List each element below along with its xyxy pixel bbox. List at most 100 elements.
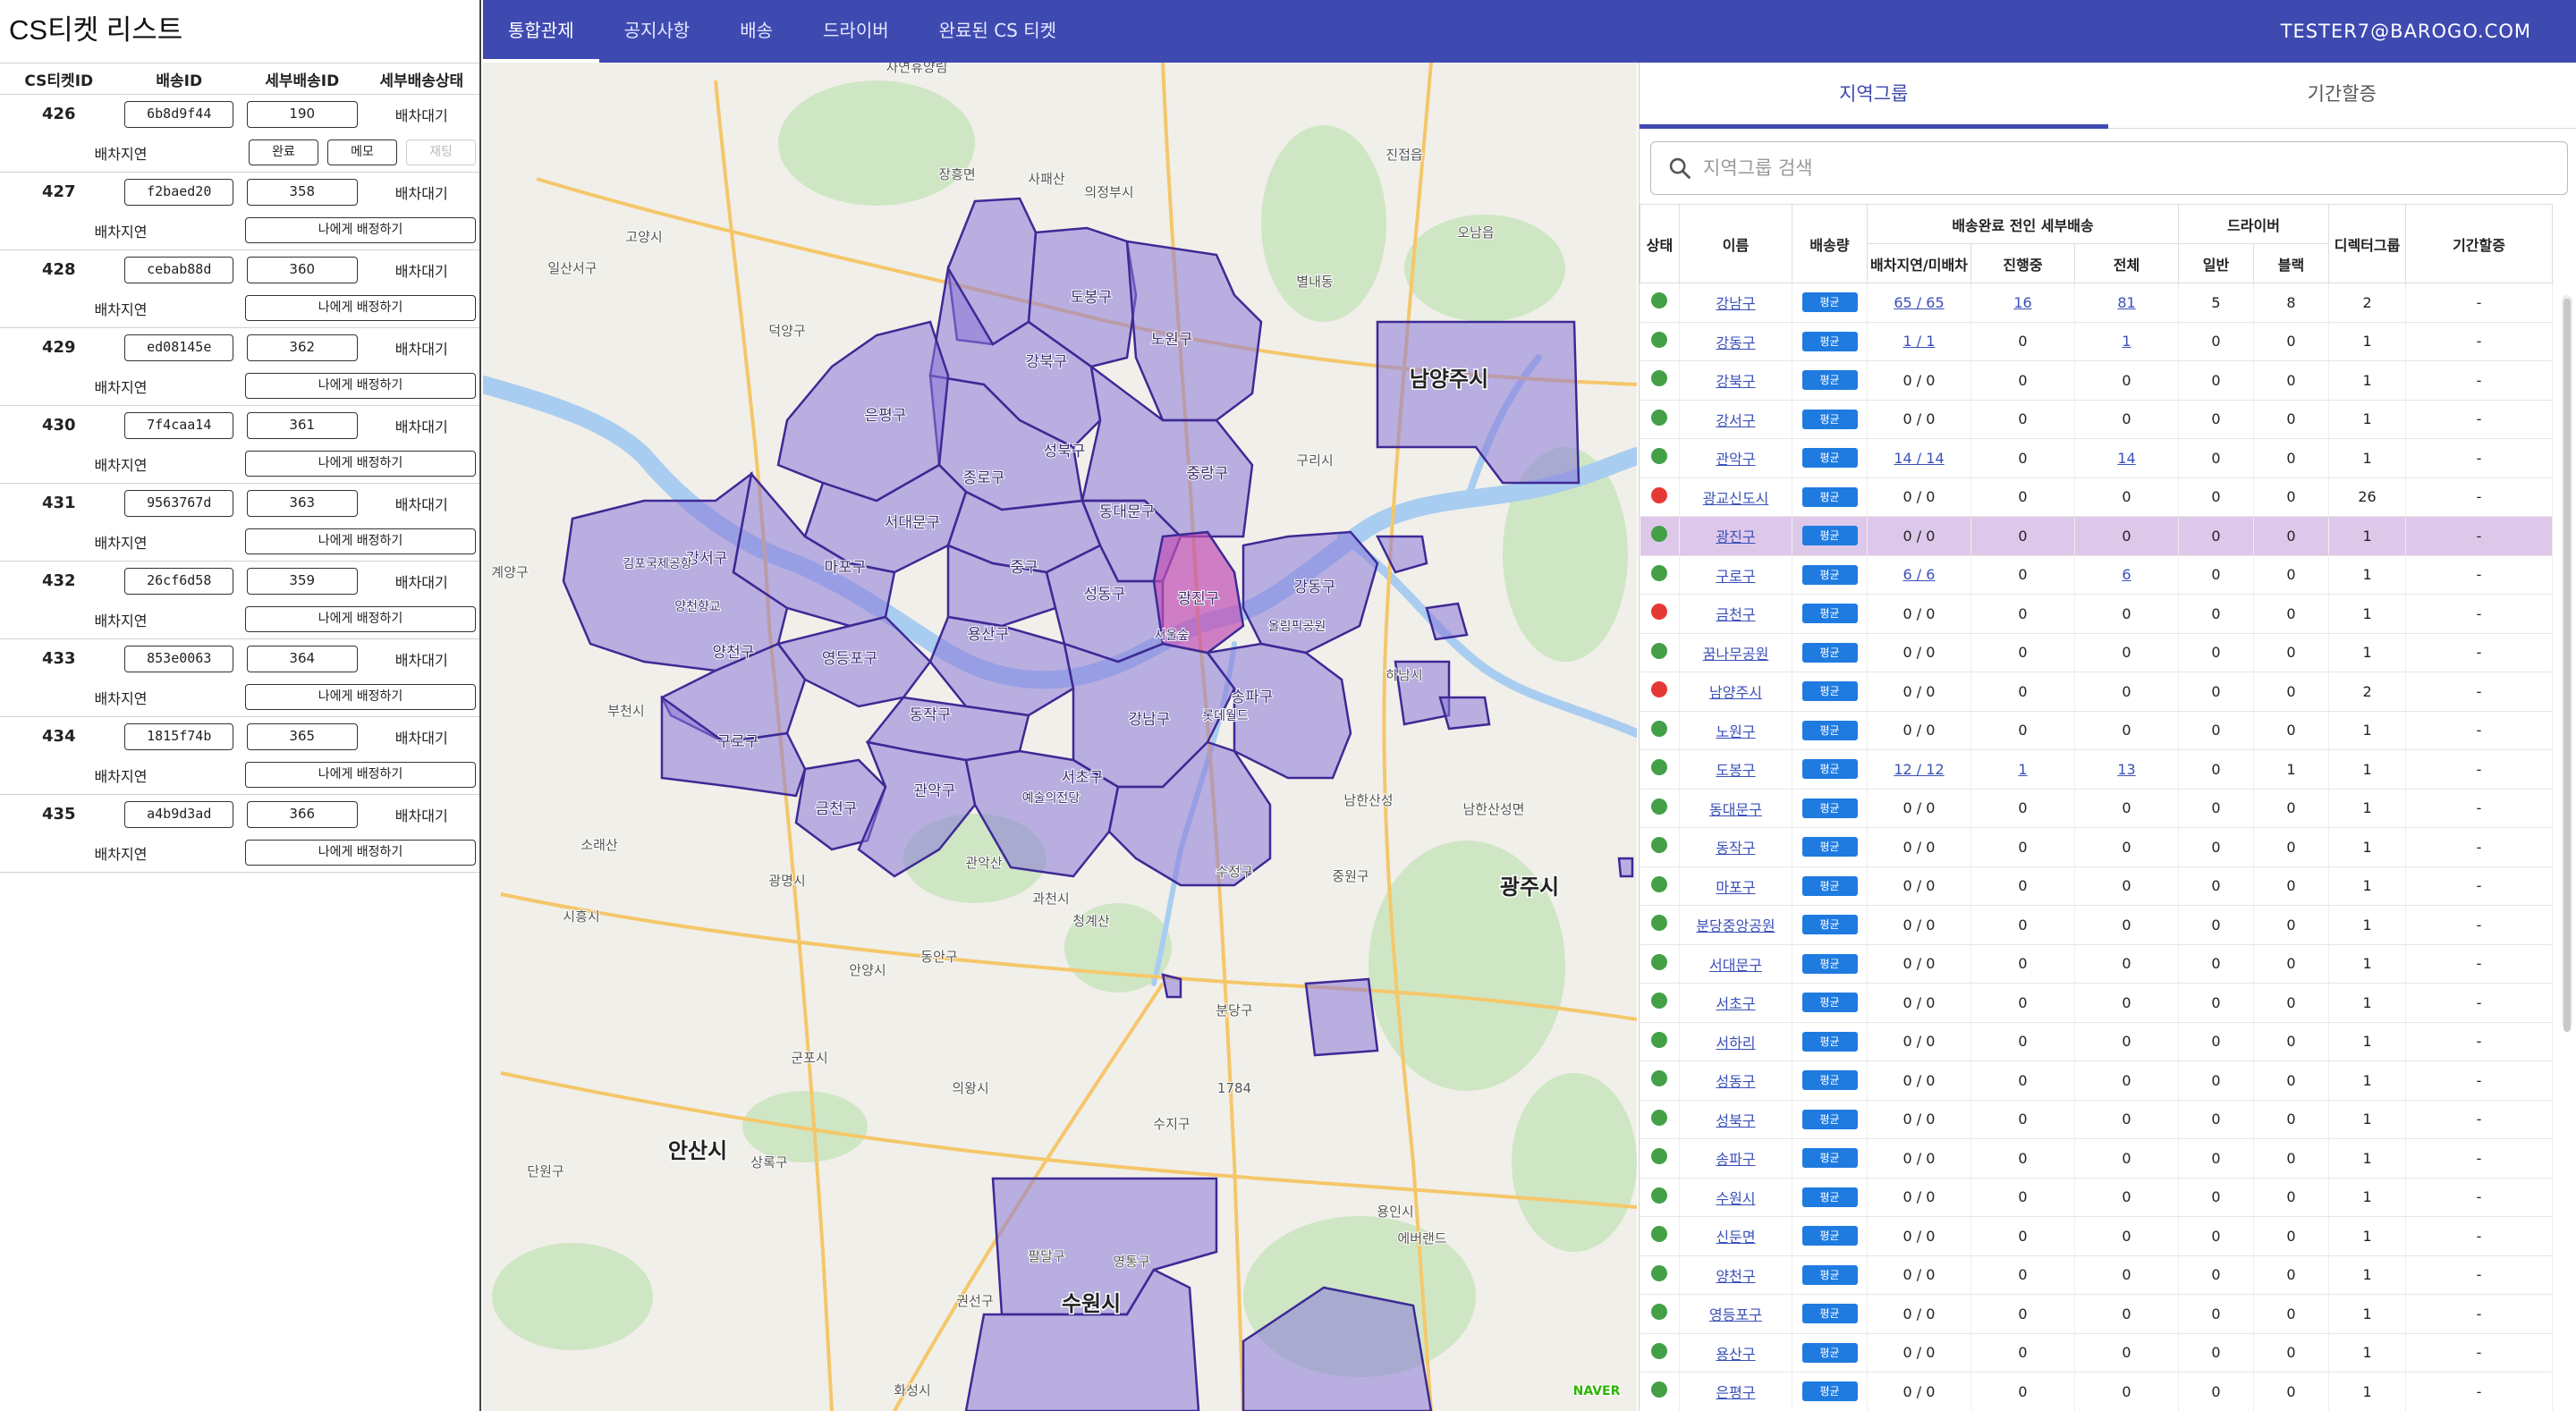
total-link[interactable]: 13 xyxy=(2117,761,2135,778)
tab-driver[interactable]: 드라이버 xyxy=(798,0,914,63)
complete-button[interactable]: 완료 xyxy=(249,139,318,165)
region-name-link[interactable]: 서대문구 xyxy=(1709,957,1762,974)
tab-completed-cs[interactable]: 완료된 CS 티켓 xyxy=(914,0,1081,63)
detail-id-pill[interactable]: 360 xyxy=(246,256,358,283)
region-name-link[interactable]: 도봉구 xyxy=(1716,762,1755,779)
region-name-link[interactable]: 분당중앙공원 xyxy=(1696,917,1775,934)
assign-to-me-button[interactable]: 나에게 배정하기 xyxy=(245,295,476,321)
delay-link[interactable]: 65 / 65 xyxy=(1894,294,1944,311)
region-name-link[interactable]: 수원시 xyxy=(1716,1190,1755,1207)
tab-notice[interactable]: 공지사항 xyxy=(599,0,716,63)
volume-badge[interactable]: 평균 xyxy=(1801,1304,1858,1324)
assign-to-me-button[interactable]: 나에게 배정하기 xyxy=(245,451,476,477)
tab-region-group[interactable]: 지역그룹 xyxy=(1640,63,2108,129)
region-row[interactable]: 강북구 평균 0 / 0 0 0 0 0 1 - xyxy=(1640,360,2554,401)
volume-badge[interactable]: 평균 xyxy=(1801,292,1858,313)
region-row[interactable]: 강남구 평균 65 / 65 16 81 5 8 2 - xyxy=(1640,283,2554,323)
delivery-id-pill[interactable]: cebab88d xyxy=(124,256,234,283)
volume-badge[interactable]: 평균 xyxy=(1801,1109,1858,1129)
region-name-link[interactable]: 광진구 xyxy=(1716,528,1755,545)
table-scrollbar[interactable] xyxy=(2562,295,2572,1032)
region-row[interactable]: 수원시 평균 0 / 0 0 0 0 0 1 - xyxy=(1640,1178,2554,1217)
region-name-link[interactable]: 은평구 xyxy=(1716,1384,1755,1401)
volume-badge[interactable]: 평균 xyxy=(1801,448,1858,469)
region-row[interactable]: 서대문구 평균 0 / 0 0 0 0 0 1 - xyxy=(1640,944,2554,984)
volume-badge[interactable]: 평균 xyxy=(1801,1148,1858,1169)
delivery-id-pill[interactable]: 1815f74b xyxy=(124,722,234,750)
delivery-id-pill[interactable]: 853e0063 xyxy=(124,645,234,672)
volume-badge[interactable]: 평균 xyxy=(1801,642,1858,663)
volume-badge[interactable]: 평균 xyxy=(1801,1381,1858,1402)
region-name-link[interactable]: 강남구 xyxy=(1716,295,1755,312)
detail-id-pill[interactable]: 363 xyxy=(246,489,358,517)
region-name-link[interactable]: 동작구 xyxy=(1716,840,1755,857)
region-row[interactable]: 남양주시 평균 0 / 0 0 0 0 0 2 - xyxy=(1640,672,2554,712)
region-row[interactable]: 금천구 평균 0 / 0 0 0 0 0 1 - xyxy=(1640,594,2554,634)
volume-badge[interactable]: 평균 xyxy=(1801,720,1858,740)
region-row[interactable]: 양천구 평균 0 / 0 0 0 0 0 1 - xyxy=(1640,1255,2554,1295)
region-name-link[interactable]: 양천구 xyxy=(1716,1268,1755,1285)
region-name-link[interactable]: 강북구 xyxy=(1716,373,1755,390)
region-row[interactable]: 강동구 평균 1 / 1 0 1 0 0 1 - xyxy=(1640,322,2554,361)
assign-to-me-button[interactable]: 나에게 배정하기 xyxy=(245,217,476,243)
region-row[interactable]: 광교신도시 평균 0 / 0 0 0 0 0 26 - xyxy=(1640,477,2554,517)
region-row[interactable]: 노원구 평균 0 / 0 0 0 0 0 1 - xyxy=(1640,711,2554,750)
region-name-link[interactable]: 강동구 xyxy=(1716,334,1755,351)
volume-badge[interactable]: 평균 xyxy=(1801,993,1858,1013)
volume-badge[interactable]: 평균 xyxy=(1801,681,1858,702)
tab-period-surcharge[interactable]: 기간할증 xyxy=(2108,63,2576,128)
delivery-id-pill[interactable]: ed08145e xyxy=(124,334,234,361)
region-name-link[interactable]: 강서구 xyxy=(1716,412,1755,429)
assign-to-me-button[interactable]: 나에게 배정하기 xyxy=(245,373,476,399)
region-name-link[interactable]: 꿈나무공원 xyxy=(1703,646,1769,663)
delivery-id-pill[interactable]: 7f4caa14 xyxy=(124,411,234,439)
memo-button[interactable]: 메모 xyxy=(327,139,397,165)
region-row[interactable]: 성동구 평균 0 / 0 0 0 0 0 1 - xyxy=(1640,1060,2554,1101)
delivery-id-pill[interactable]: 6b8d9f44 xyxy=(124,100,234,128)
delay-link[interactable]: 14 / 14 xyxy=(1894,450,1944,467)
region-row[interactable]: 신둔면 평균 0 / 0 0 0 0 0 1 - xyxy=(1640,1216,2554,1256)
detail-id-pill[interactable]: 365 xyxy=(246,722,358,750)
assign-to-me-button[interactable]: 나에게 배정하기 xyxy=(245,606,476,632)
volume-badge[interactable]: 평균 xyxy=(1801,331,1858,351)
region-row[interactable]: 서초구 평균 0 / 0 0 0 0 0 1 - xyxy=(1640,983,2554,1023)
reassign-button[interactable]: 재팅 xyxy=(406,139,476,165)
total-link[interactable]: 1 xyxy=(2122,333,2131,350)
region-row[interactable]: 성북구 평균 0 / 0 0 0 0 0 1 - xyxy=(1640,1100,2554,1139)
delivery-id-pill[interactable]: 26cf6d58 xyxy=(124,567,234,595)
volume-badge[interactable]: 평균 xyxy=(1801,409,1858,429)
assign-to-me-button[interactable]: 나에게 배정하기 xyxy=(245,528,476,554)
region-row[interactable]: 동대문구 평균 0 / 0 0 0 0 0 1 - xyxy=(1640,789,2554,828)
region-name-link[interactable]: 서초구 xyxy=(1716,995,1755,1012)
region-name-link[interactable]: 용산구 xyxy=(1716,1346,1755,1363)
region-row[interactable]: 동작구 평균 0 / 0 0 0 0 0 1 - xyxy=(1640,827,2554,867)
volume-badge[interactable]: 평균 xyxy=(1801,837,1858,858)
volume-badge[interactable]: 평균 xyxy=(1801,1342,1858,1363)
delivery-id-pill[interactable]: a4b9d3ad xyxy=(124,800,234,828)
region-row[interactable]: 강서구 평균 0 / 0 0 0 0 0 1 - xyxy=(1640,400,2554,439)
region-row[interactable]: 꿈나무공원 평균 0 / 0 0 0 0 0 1 - xyxy=(1640,633,2554,672)
volume-badge[interactable]: 평균 xyxy=(1801,759,1858,780)
volume-badge[interactable]: 평균 xyxy=(1801,486,1858,507)
map-canvas[interactable]: 남양주시광주시안산시수원시 도봉구노원구강북구성북구 은평구중랑구 종로구서대문구 동대… xyxy=(483,63,1637,1411)
region-row[interactable]: 용산구 평균 0 / 0 0 0 0 0 1 - xyxy=(1640,1333,2554,1373)
region-name-link[interactable]: 광교신도시 xyxy=(1703,490,1769,507)
region-name-link[interactable]: 남양주시 xyxy=(1709,684,1762,701)
detail-id-pill[interactable]: 358 xyxy=(246,178,358,206)
progress-link[interactable]: 16 xyxy=(2013,294,2031,311)
region-name-link[interactable]: 성동구 xyxy=(1716,1073,1755,1090)
assign-to-me-button[interactable]: 나에게 배정하기 xyxy=(245,762,476,788)
region-row[interactable]: 분당중앙공원 평균 0 / 0 0 0 0 0 1 - xyxy=(1640,905,2554,945)
volume-badge[interactable]: 평균 xyxy=(1801,915,1858,935)
tab-delivery[interactable]: 배송 xyxy=(715,0,798,63)
region-search-input[interactable] xyxy=(1703,157,2508,179)
detail-id-pill[interactable]: 362 xyxy=(246,334,358,361)
region-row[interactable]: 영등포구 평균 0 / 0 0 0 0 0 1 - xyxy=(1640,1294,2554,1334)
total-link[interactable]: 81 xyxy=(2117,294,2135,311)
user-account[interactable]: TESTER7@BAROGO.COM xyxy=(2281,0,2531,63)
region-name-link[interactable]: 노원구 xyxy=(1716,723,1755,740)
region-row[interactable]: 은평구 평균 0 / 0 0 0 0 0 1 - xyxy=(1640,1372,2554,1411)
region-row[interactable]: 송파구 평균 0 / 0 0 0 0 0 1 - xyxy=(1640,1138,2554,1179)
volume-badge[interactable]: 평균 xyxy=(1801,1264,1858,1285)
total-link[interactable]: 14 xyxy=(2117,450,2135,467)
